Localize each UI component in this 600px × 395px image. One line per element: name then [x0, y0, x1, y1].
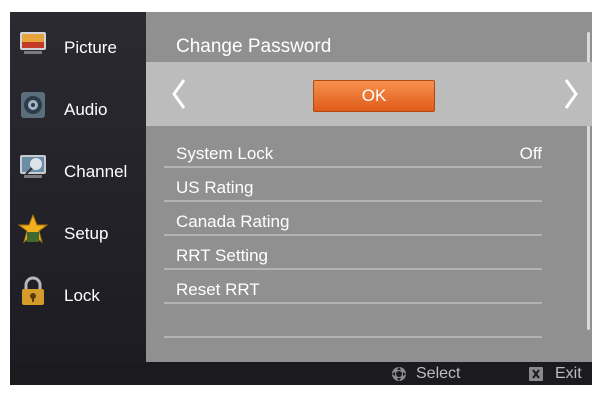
sidebar-item-label: Audio [64, 100, 108, 119]
row-value: Off [519, 144, 542, 163]
select-hint: Select [416, 365, 461, 382]
chevron-right-icon[interactable] [560, 76, 582, 112]
row-label: US Rating [176, 178, 254, 197]
dpad-icon [391, 366, 407, 382]
footer-hint-bar: Select Exit [10, 362, 592, 385]
menu-row-empty [164, 304, 542, 338]
speaker-icon [18, 90, 48, 120]
sidebar-item-label: Lock [64, 286, 100, 305]
exit-key-icon [528, 366, 544, 382]
menu-row-canada-rating[interactable]: Canada Rating [164, 202, 542, 236]
sidebar-item-picture[interactable]: Picture [10, 12, 146, 74]
picture-icon [18, 28, 48, 58]
row-label: Reset RRT [176, 280, 260, 299]
ok-button[interactable]: OK [313, 80, 435, 112]
menu-row-rrt-setting[interactable]: RRT Setting [164, 236, 542, 270]
exit-hint: Exit [555, 365, 582, 382]
menu-row-system-lock[interactable]: System Lock Off [164, 134, 542, 168]
lock-settings-panel: Change Password OK System Lock Off US Ra… [146, 12, 592, 362]
change-password-row: OK [146, 62, 592, 126]
star-icon [18, 214, 48, 244]
menu-row-us-rating[interactable]: US Rating [164, 168, 542, 202]
row-label: RRT Setting [176, 246, 268, 265]
sidebar-item-label: Channel [64, 162, 128, 181]
satellite-icon [18, 152, 48, 182]
page-title: Change Password [176, 36, 332, 57]
sidebar-item-label: Setup [64, 224, 109, 243]
sidebar-item-audio[interactable]: Audio [10, 74, 146, 136]
menu-row-reset-rrt[interactable]: Reset RRT [164, 270, 542, 304]
sidebar-item-channel[interactable]: Channel [10, 136, 146, 198]
divider [164, 336, 542, 338]
row-label: Canada Rating [176, 212, 290, 231]
row-label: System Lock [176, 144, 274, 163]
sidebar-item-setup[interactable]: Setup [10, 198, 146, 260]
chevron-left-icon[interactable] [168, 76, 190, 112]
padlock-icon [18, 276, 48, 306]
tv-menu-screen: Picture Audio Channel Setup Lock Change … [10, 12, 592, 385]
sidebar-item-lock[interactable]: Lock [10, 260, 146, 322]
sidebar-item-label: Picture [64, 38, 117, 57]
sidebar: Picture Audio Channel Setup Lock [10, 12, 146, 362]
